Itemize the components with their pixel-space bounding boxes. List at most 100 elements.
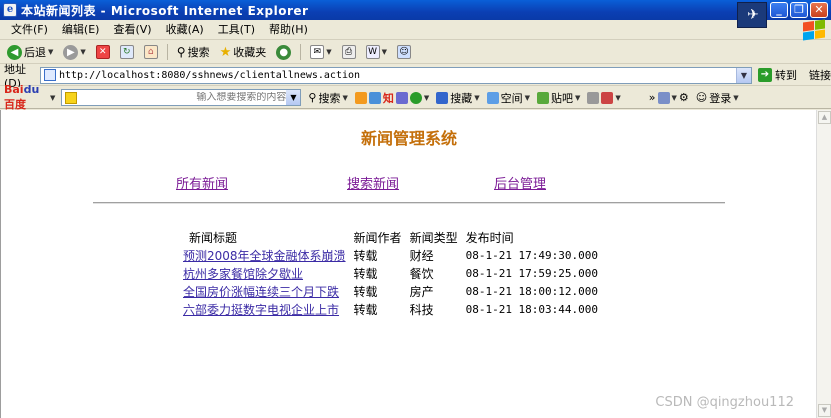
go-button[interactable]: ➔ 转到	[758, 67, 797, 83]
news-author: 转载	[353, 284, 378, 299]
address-field[interactable]: ▼	[40, 66, 752, 84]
home-button[interactable]: ⌂	[141, 42, 161, 62]
baidu-logo[interactable]: Baidu百度	[4, 83, 50, 112]
chevron-down-icon[interactable]: ▼	[80, 48, 85, 56]
chevron-down-icon[interactable]: ▼	[382, 48, 387, 56]
back-arrow-icon: ◀	[7, 44, 22, 60]
menu-help[interactable]: 帮助(H)	[262, 21, 315, 39]
grid-icon	[657, 91, 670, 104]
back-button[interactable]: ◀ 后退 ▼	[4, 42, 56, 62]
chevron-down-icon[interactable]: ▼	[615, 94, 620, 102]
windows-flag-icon	[803, 19, 825, 41]
chevron-down-icon[interactable]: ▼	[342, 94, 347, 102]
word-icon: W	[365, 45, 380, 59]
toolbar-divider	[166, 44, 168, 60]
baidu-collect-button[interactable]: 搜藏 ▼	[436, 90, 480, 106]
news-author: 转载	[353, 266, 378, 281]
news-title-link[interactable]: 预测2008年全球金融体系崩溃	[183, 249, 346, 263]
table-row: 预测2008年全球金融体系崩溃 转载 财经 08-1-21 17:49:30.0…	[171, 246, 602, 264]
star-icon: ★	[219, 44, 232, 60]
mail-icon: ✉	[310, 45, 325, 59]
chevron-down-icon[interactable]: ▼	[286, 90, 301, 105]
news-time: 08-1-21 17:49:30.000	[465, 248, 599, 262]
table-row: 杭州多家餐馆除夕歇业 转载 餐饮 08-1-21 17:59:25.000	[171, 264, 602, 282]
header-time: 发布时间	[465, 230, 514, 245]
translate-icon	[601, 91, 614, 104]
maximize-button[interactable]: ❐	[790, 2, 808, 18]
tool-icon	[354, 91, 367, 104]
table-row: 六部委力挺数字电视企业上市 转载 科技 08-1-21 18:03:44.000	[171, 300, 602, 318]
news-type: 房产	[409, 284, 434, 299]
favorites-button[interactable]: ★ 收藏夹	[217, 42, 270, 62]
links-button[interactable]: 链接	[809, 67, 831, 83]
gear-icon[interactable]: ⚙	[679, 91, 689, 104]
search-button[interactable]: ⚲ 搜索	[174, 42, 213, 62]
baidu-login-button[interactable]: ☺ 登录 ▼	[696, 90, 739, 106]
window-title: 本站新闻列表 - Microsoft Internet Explorer	[21, 3, 309, 18]
nav-search-news[interactable]: 搜索新闻	[347, 173, 399, 192]
scroll-down-arrow[interactable]: ▼	[818, 404, 831, 417]
scroll-up-arrow[interactable]: ▲	[818, 111, 831, 124]
search-icon: ⚲	[176, 45, 186, 59]
printer-icon: ⎙	[341, 45, 356, 59]
news-author: 转载	[353, 248, 378, 263]
baidu-search-button[interactable]: ⚲ 搜索 ▼	[308, 90, 347, 106]
messenger-button[interactable]: ☺	[394, 42, 414, 62]
mail-button[interactable]: ✉ ▼	[307, 42, 334, 62]
news-author: 转载	[353, 302, 378, 317]
chevron-down-icon[interactable]: ▼	[424, 94, 429, 102]
baidu-search-input[interactable]	[80, 92, 287, 103]
stop-icon: ✕	[95, 45, 110, 59]
chevron-right-icon: »	[648, 91, 656, 104]
news-title-link[interactable]: 杭州多家餐馆除夕歇业	[183, 267, 303, 281]
hi-icon	[587, 91, 600, 104]
baidu-space-button[interactable]: 空间 ▼	[486, 90, 530, 106]
menu-edit[interactable]: 编辑(E)	[55, 21, 107, 39]
chevron-down-icon[interactable]: ▼	[733, 94, 738, 102]
window-title-bar[interactable]: e 本站新闻列表 - Microsoft Internet Explorer _…	[0, 0, 831, 20]
refresh-button[interactable]: ↻	[117, 42, 137, 62]
menu-favorites[interactable]: 收藏(A)	[159, 21, 211, 39]
page-title: 新闻管理系统	[360, 129, 457, 148]
table-row: 全国房价涨幅连续三个月下跌 转载 房产 08-1-21 18:00:12.000	[171, 282, 602, 300]
baidu-tools[interactable]: 知 ▼	[354, 90, 429, 106]
news-title-link[interactable]: 六部委力挺数字电视企业上市	[183, 303, 339, 317]
chevron-down-icon[interactable]: ▼	[326, 48, 331, 56]
chevron-down-icon[interactable]: ▼	[672, 94, 677, 102]
chevron-down-icon[interactable]: ▼	[736, 67, 751, 83]
media-button[interactable]: ●	[273, 42, 294, 62]
edit-button[interactable]: W ▼	[363, 42, 390, 62]
chevron-down-icon[interactable]: ▼	[575, 94, 580, 102]
nav-admin[interactable]: 后台管理	[494, 173, 546, 192]
address-bar: 地址(D) ▼ ➔ 转到 链接	[0, 63, 831, 90]
news-type: 科技	[409, 302, 434, 317]
chevron-down-icon[interactable]: ▼	[525, 94, 530, 102]
image-icon	[368, 91, 381, 104]
url-input[interactable]	[59, 67, 736, 83]
news-title-link[interactable]: 全国房价涨幅连续三个月下跌	[183, 285, 339, 299]
app-logo-icon: ✈	[737, 2, 767, 28]
baidu-extra-buttons[interactable]: ▼	[587, 91, 621, 104]
menu-tools[interactable]: 工具(T)	[211, 21, 262, 39]
baidu-tieba-button[interactable]: 贴吧 ▼	[537, 90, 580, 106]
knowledge-icon: 知	[382, 91, 394, 105]
minimize-button[interactable]: _	[770, 2, 788, 18]
tieba-icon	[537, 91, 550, 104]
menu-file[interactable]: 文件(F)	[4, 21, 55, 39]
nav-all-news[interactable]: 所有新闻	[176, 173, 228, 192]
bookmark-icon	[436, 91, 449, 104]
chevron-down-icon[interactable]: ▼	[474, 94, 479, 102]
chevron-down-icon[interactable]: ▼	[48, 48, 53, 56]
chevron-down-icon[interactable]: ▼	[50, 94, 55, 102]
forward-button[interactable]: ▶ ▼	[60, 42, 88, 62]
globe-icon	[409, 91, 422, 104]
baidu-search-field[interactable]: ▼	[61, 89, 302, 106]
table-header-row: 新闻标题 新闻作者 新闻类型 发布时间	[171, 228, 602, 246]
print-button[interactable]: ⎙	[339, 42, 359, 62]
vertical-scrollbar[interactable]: ▲ ▼	[816, 110, 831, 418]
close-button[interactable]: ✕	[810, 2, 828, 18]
go-arrow-icon: ➔	[758, 68, 772, 82]
baidu-more-button[interactable]: » ▼ ⚙	[649, 91, 689, 104]
menu-view[interactable]: 查看(V)	[106, 21, 158, 39]
stop-button[interactable]: ✕	[93, 42, 113, 62]
